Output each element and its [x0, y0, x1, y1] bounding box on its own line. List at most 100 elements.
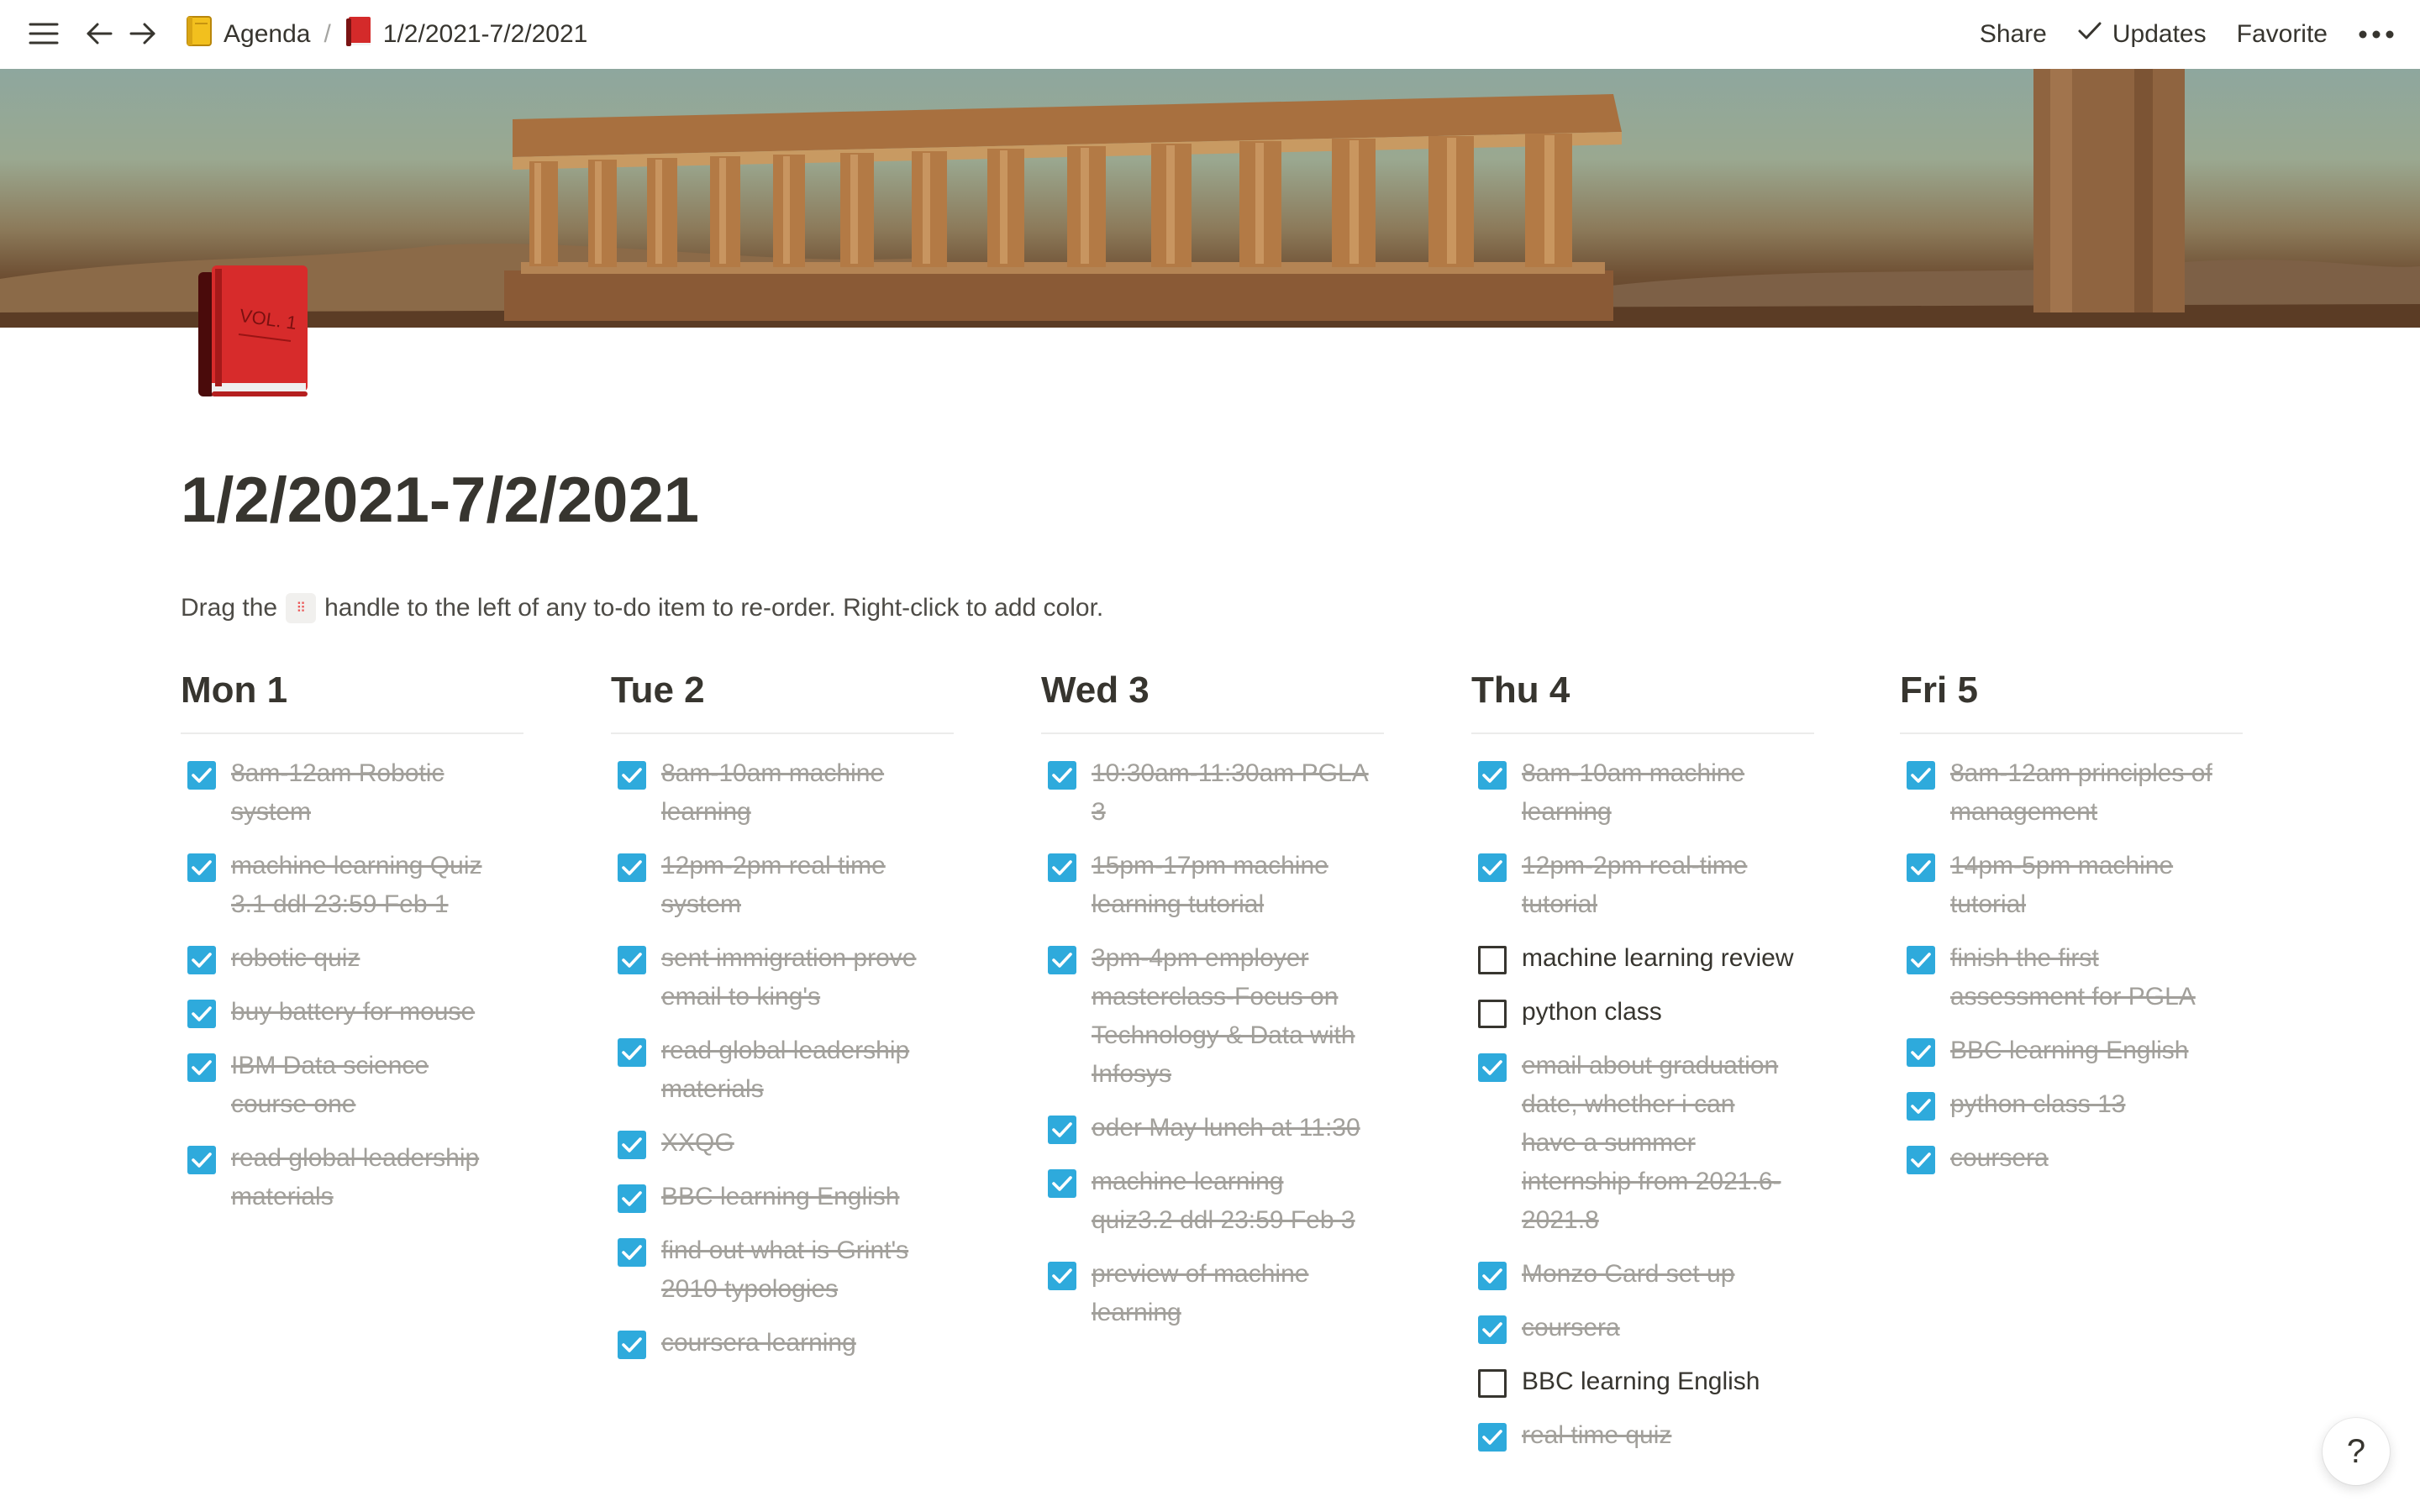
help-button[interactable]: ?	[2323, 1418, 2390, 1485]
todo-item[interactable]: oder May lunch at 11:30	[1041, 1109, 1384, 1147]
todo-text[interactable]: read global leadership materials	[661, 1032, 909, 1109]
checkbox-checked[interactable]	[187, 853, 216, 882]
todo-item[interactable]: 14pm-5pm machine tutorial	[1900, 847, 2243, 924]
todo-item[interactable]: machine learning quiz3.2 ddl 23:59 Feb 3	[1041, 1163, 1384, 1240]
checkbox-checked[interactable]	[1907, 1146, 1935, 1174]
sidebar-menu-icon[interactable]	[25, 15, 62, 52]
todo-item[interactable]: machine learning Quiz 3.1 ddl 23:59 Feb 1	[181, 847, 523, 924]
checkbox-checked[interactable]	[1048, 1262, 1076, 1290]
todo-item[interactable]: coursera	[1471, 1309, 1814, 1347]
todo-text[interactable]: real time quiz	[1522, 1416, 1671, 1455]
checkbox-checked[interactable]	[187, 761, 216, 790]
checkbox-checked[interactable]	[618, 761, 646, 790]
checkbox-checked[interactable]	[1478, 1053, 1507, 1082]
todo-item[interactable]: 15pm-17pm machine learning tutorial	[1041, 847, 1384, 924]
todo-text[interactable]: sent immigration prove email to king's	[661, 939, 916, 1016]
todo-item[interactable]: python class 13	[1900, 1085, 2243, 1124]
todo-text[interactable]: python class	[1522, 993, 1662, 1032]
cover-image[interactable]	[0, 69, 2420, 328]
todo-item[interactable]: preview of machine learning	[1041, 1255, 1384, 1332]
checkbox-checked[interactable]	[187, 1000, 216, 1028]
checkbox-checked[interactable]	[618, 1331, 646, 1359]
todo-text[interactable]: email about graduation date, whether i ca…	[1522, 1047, 1781, 1240]
todo-item[interactable]: 8am-12am principles of management	[1900, 754, 2243, 832]
todo-text[interactable]: 15pm-17pm machine learning tutorial	[1092, 847, 1328, 924]
checkbox-unchecked[interactable]	[1478, 1369, 1507, 1398]
breadcrumb-agenda[interactable]: Agenda	[176, 10, 318, 59]
todo-text[interactable]: finish the first assessment for PGLA	[1950, 939, 2196, 1016]
checkbox-checked[interactable]	[1048, 761, 1076, 790]
favorite-button[interactable]: Favorite	[2237, 20, 2328, 49]
todo-item[interactable]: 3pm-4pm employer masterclass-Focus on Tech…	[1041, 939, 1384, 1094]
checkbox-checked[interactable]	[1478, 1315, 1507, 1344]
checkbox-checked[interactable]	[187, 1146, 216, 1174]
checkbox-checked[interactable]	[1048, 1169, 1076, 1198]
todo-item[interactable]: find out what is Grint's 2010 typologies	[611, 1231, 954, 1309]
todo-item[interactable]: robotic quiz	[181, 939, 523, 978]
todo-item[interactable]: XXQG	[611, 1124, 954, 1163]
todo-text[interactable]: machine learning Quiz 3.1 ddl 23:59 Feb 1	[231, 847, 482, 924]
todo-text[interactable]: machine learning quiz3.2 ddl 23:59 Feb 3	[1092, 1163, 1355, 1240]
todo-item[interactable]: coursera	[1900, 1139, 2243, 1178]
todo-text[interactable]: BBC learning English	[1522, 1362, 1760, 1401]
todo-item[interactable]: 12pm-2pm real-time tutorial	[1471, 847, 1814, 924]
todo-text[interactable]: Monzo Card set up	[1522, 1255, 1734, 1294]
todo-text[interactable]: 3pm-4pm employer masterclass-Focus on Tech…	[1092, 939, 1355, 1094]
day-heading[interactable]: Thu 4	[1471, 664, 1814, 717]
page-title[interactable]: 1/2/2021-7/2/2021	[181, 464, 699, 537]
todo-item[interactable]: 8am-12am Robotic system	[181, 754, 523, 832]
day-heading[interactable]: Wed 3	[1041, 664, 1384, 717]
checkbox-checked[interactable]	[1907, 853, 1935, 882]
todo-text[interactable]: 12pm-2pm real time system	[661, 847, 886, 924]
todo-text[interactable]: BBC learning English	[1950, 1032, 2189, 1070]
todo-text[interactable]: 12pm-2pm real-time tutorial	[1522, 847, 1747, 924]
day-heading[interactable]: Fri 5	[1900, 664, 2243, 717]
todo-item[interactable]: 12pm-2pm real time system	[611, 847, 954, 924]
todo-item[interactable]: 8am-10am machine learning	[1471, 754, 1814, 832]
breadcrumb-current-page[interactable]: 1/2/2021-7/2/2021	[336, 10, 597, 59]
checkbox-checked[interactable]	[1907, 1038, 1935, 1067]
back-arrow-icon[interactable]	[81, 15, 118, 52]
todo-item[interactable]: BBC learning English	[611, 1178, 954, 1216]
checkbox-unchecked[interactable]	[1478, 1000, 1507, 1028]
checkbox-checked[interactable]	[187, 946, 216, 974]
todo-text[interactable]: 14pm-5pm machine tutorial	[1950, 847, 2173, 924]
todo-text[interactable]: BBC learning English	[661, 1178, 900, 1216]
todo-item[interactable]: Monzo Card set up	[1471, 1255, 1814, 1294]
todo-item[interactable]: machine learning review	[1471, 939, 1814, 978]
todo-item[interactable]: python class	[1471, 993, 1814, 1032]
checkbox-checked[interactable]	[1907, 1092, 1935, 1121]
todo-text[interactable]: machine learning review	[1522, 939, 1794, 978]
todo-text[interactable]: preview of machine learning	[1092, 1255, 1308, 1332]
checkbox-checked[interactable]	[1478, 853, 1507, 882]
checkbox-checked[interactable]	[1478, 761, 1507, 790]
share-button[interactable]: Share	[1980, 20, 2047, 49]
todo-text[interactable]: 8am-12am Robotic system	[231, 754, 444, 832]
todo-item[interactable]: BBC learning English	[1471, 1362, 1814, 1401]
todo-item[interactable]: 8am-10am machine learning	[611, 754, 954, 832]
day-heading[interactable]: Tue 2	[611, 664, 954, 717]
checkbox-unchecked[interactable]	[1478, 946, 1507, 974]
checkbox-checked[interactable]	[1907, 761, 1935, 790]
checkbox-checked[interactable]	[1478, 1423, 1507, 1452]
todo-text[interactable]: 8am-12am principles of management	[1950, 754, 2212, 832]
todo-text[interactable]: IBM Data science course one	[231, 1047, 429, 1124]
todo-item[interactable]: real time quiz	[1471, 1416, 1814, 1455]
todo-text[interactable]: coursera learning	[661, 1324, 856, 1362]
checkbox-checked[interactable]	[1048, 853, 1076, 882]
todo-item[interactable]: email about graduation date, whether i ca…	[1471, 1047, 1814, 1240]
checkbox-checked[interactable]	[1907, 946, 1935, 974]
todo-text[interactable]: 8am-10am machine learning	[661, 754, 884, 832]
checkbox-checked[interactable]	[187, 1053, 216, 1082]
page-icon-red-book[interactable]: VOL. 1	[192, 257, 318, 405]
checkbox-checked[interactable]	[1478, 1262, 1507, 1290]
more-options-icon[interactable]	[2358, 29, 2395, 39]
checkbox-checked[interactable]	[618, 946, 646, 974]
todo-text[interactable]: python class 13	[1950, 1085, 2125, 1124]
todo-item[interactable]: finish the first assessment for PGLA	[1900, 939, 2243, 1016]
todo-text[interactable]: 10:30am-11:30am PGLA 3	[1092, 754, 1369, 832]
todo-text[interactable]: XXQG	[661, 1124, 734, 1163]
forward-arrow-icon[interactable]	[124, 15, 161, 52]
todo-text[interactable]: find out what is Grint's 2010 typologies	[661, 1231, 908, 1309]
todo-item[interactable]: BBC learning English	[1900, 1032, 2243, 1070]
